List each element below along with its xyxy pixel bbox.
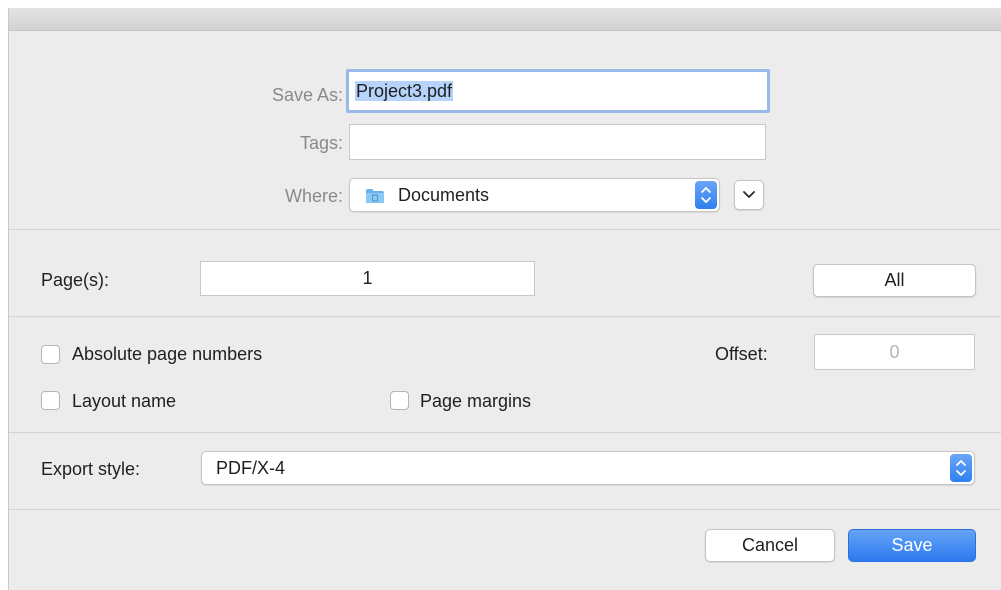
where-value: Documents xyxy=(398,185,490,205)
offset-label: Offset: xyxy=(715,344,768,364)
page-margins-checkbox[interactable] xyxy=(390,391,409,410)
divider xyxy=(9,432,1001,433)
tags-label: Tags: xyxy=(299,133,343,153)
where-stepper xyxy=(695,181,717,209)
chevron-down-icon xyxy=(743,191,755,198)
folder-icon xyxy=(365,188,385,204)
up-down-chevron-icon xyxy=(956,460,966,476)
tags-input[interactable] xyxy=(349,124,766,160)
up-down-chevron-icon xyxy=(701,187,711,203)
pages-label: Page(s): xyxy=(41,270,110,290)
export-style-popup[interactable]: PDF/X-4 xyxy=(201,451,975,485)
pages-input[interactable]: 1 xyxy=(200,261,535,296)
export-style-stepper xyxy=(950,454,972,482)
divider xyxy=(9,316,1001,317)
layout-name-checkbox[interactable] xyxy=(41,391,60,410)
dialog-titlebar xyxy=(9,8,1001,31)
export-style-label: Export style: xyxy=(41,459,141,479)
divider xyxy=(9,229,1001,230)
where-label: Where: xyxy=(284,186,343,206)
save-as-value: Project3.pdf xyxy=(355,81,454,101)
offset-input[interactable]: 0 xyxy=(814,334,975,370)
cancel-button[interactable]: Cancel xyxy=(705,529,835,562)
save-dialog: Save As: Project3.pdf Tags: Where: Docum… xyxy=(8,8,1001,590)
divider xyxy=(9,509,1001,510)
page-margins-label: Page margins xyxy=(420,391,532,411)
save-button[interactable]: Save xyxy=(848,529,976,562)
save-as-label: Save As: xyxy=(271,85,343,105)
where-popup[interactable]: Documents xyxy=(349,178,720,212)
layout-name-label: Layout name xyxy=(72,391,177,411)
absolute-page-numbers-label: Absolute page numbers xyxy=(72,344,263,364)
save-as-input[interactable]: Project3.pdf xyxy=(346,69,770,113)
absolute-page-numbers-checkbox[interactable] xyxy=(41,345,60,364)
export-style-value: PDF/X-4 xyxy=(216,458,286,478)
expand-dialog-button[interactable] xyxy=(734,180,764,210)
all-pages-button[interactable]: All xyxy=(813,264,976,297)
